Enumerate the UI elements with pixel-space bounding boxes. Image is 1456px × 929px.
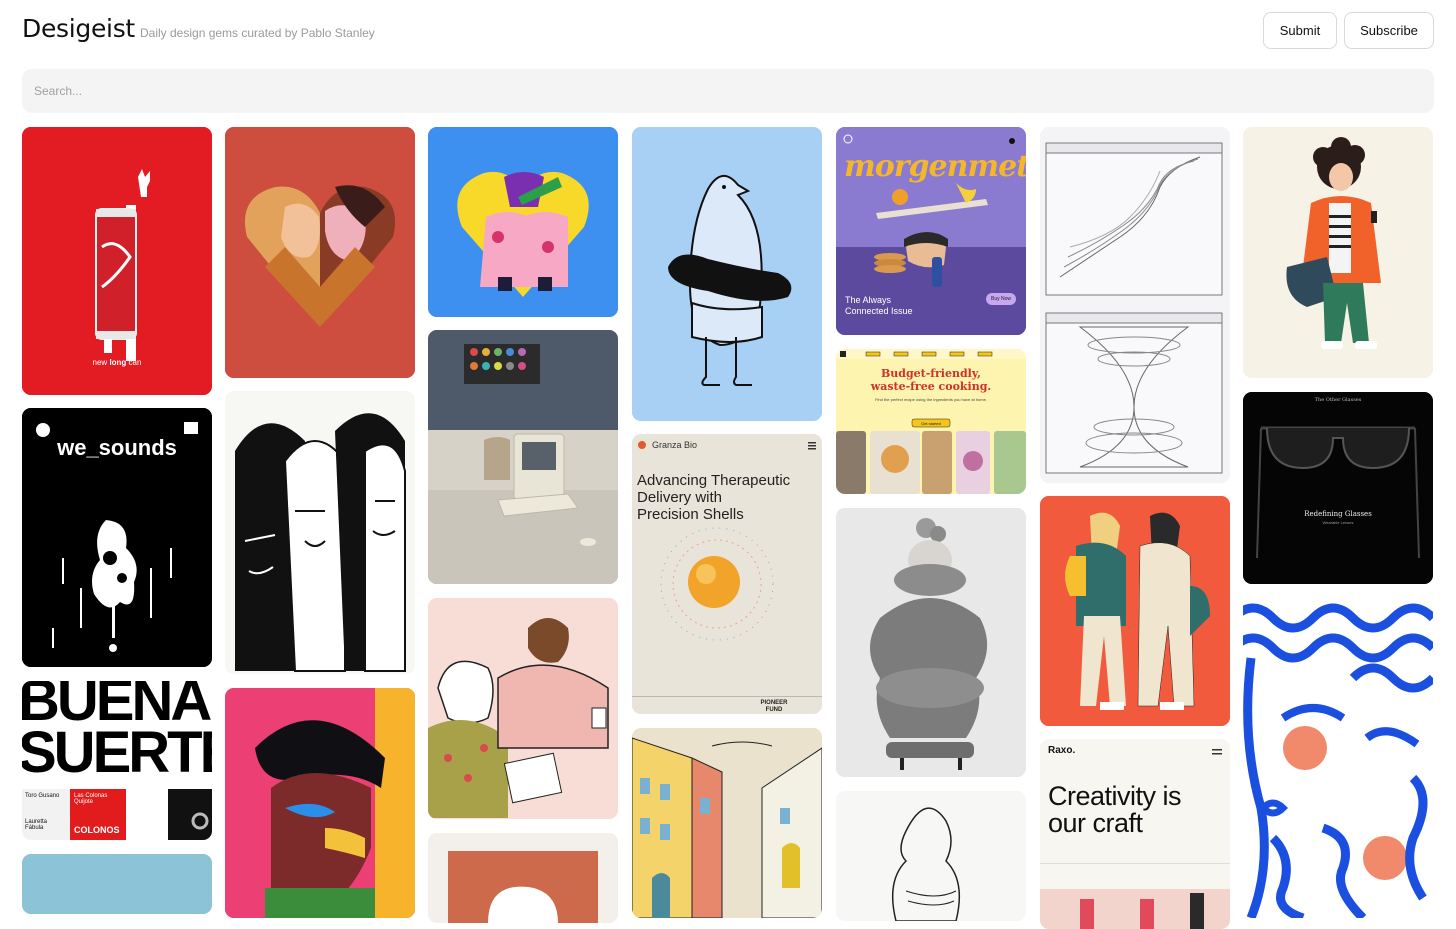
- gallery-card-two-women[interactable]: [1040, 496, 1230, 726]
- blue-wave-face-illustration: [1243, 598, 1433, 918]
- buena-footer-d: COLONOS: [74, 825, 120, 835]
- gallery-card-office-mac[interactable]: [428, 330, 618, 584]
- glasses-top: The Other Glasses: [1314, 397, 1362, 403]
- gallery-card-woman-phone[interactable]: [1243, 127, 1433, 378]
- granza-footer: PIONEER FUND: [760, 700, 788, 713]
- city-street-illustration: [632, 728, 822, 918]
- gallery-card-dancers[interactable]: [428, 127, 618, 317]
- gallery-card-raxo[interactable]: Raxo. Creativity is our craft: [1040, 739, 1230, 929]
- woman-with-phone-illustration: [1243, 127, 1433, 378]
- site-tagline: Daily design gems curated by Pablo Stanl…: [140, 26, 375, 40]
- office-computer-photo: [428, 330, 618, 584]
- sculpture-chair-photo: [836, 508, 1026, 777]
- gallery-card-morgenmete[interactable]: morgenmete The Always Connected Issue Bu…: [836, 127, 1026, 335]
- gallery-card-coca-cola[interactable]: new long can: [22, 127, 212, 395]
- gallery-card-buena-suerte[interactable]: BUENA SUERTE Toro Gusano Las Colonas Qui…: [22, 681, 212, 840]
- conversation-illustration: [428, 598, 618, 819]
- subscribe-button[interactable]: Subscribe: [1344, 12, 1434, 49]
- heart-kiss-illustration: [225, 127, 415, 378]
- buena-footer-c: Lauretta Fábula: [25, 819, 48, 831]
- gallery-card-sculpture-chair[interactable]: [836, 508, 1026, 777]
- dancers-illustration: [428, 127, 618, 317]
- gallery-card-portrait[interactable]: [225, 688, 415, 918]
- gallery-card-city-street[interactable]: [632, 728, 822, 918]
- glasses-sub: Wearable Lenses: [1322, 520, 1354, 525]
- gallery-card-blue-wave-face[interactable]: [1243, 598, 1433, 918]
- granza-brand: Granza Bio: [652, 440, 698, 450]
- header: Desigeist Daily design gems curated by P…: [0, 0, 1456, 62]
- raxo-brand: Raxo.: [1048, 745, 1076, 756]
- line-faces-illustration: [225, 391, 415, 674]
- budget-headline: Budget-friendly, waste-free cooking.: [870, 367, 992, 393]
- buena-footer-a: Toro Gusano: [25, 793, 60, 799]
- buena-footer-b: Las Colonas Quijote: [74, 793, 108, 805]
- gallery-card-line-faces[interactable]: [225, 391, 415, 674]
- gallery-card-glasses[interactable]: The Other Glasses Redefining Glasses Wea…: [1243, 392, 1433, 584]
- glasses-headline: Redefining Glasses: [1304, 510, 1372, 518]
- buena-suerte-poster: [22, 789, 212, 840]
- gallery-card-heart-kiss[interactable]: [225, 127, 415, 378]
- line-sketch-illustration: [836, 791, 1026, 921]
- budget-cta: Get started: [921, 421, 941, 426]
- neon-portrait-illustration: [225, 688, 415, 918]
- coca-cola-can-illustration: [22, 127, 212, 395]
- morgenmete-title: morgenmete: [844, 149, 1026, 184]
- search-input[interactable]: [22, 69, 1434, 113]
- gallery-card-granza-bio[interactable]: Granza Bio Advancing Therapeutic Deliver…: [632, 434, 822, 714]
- coke-caption: new long can: [92, 358, 142, 367]
- gallery-card-we-sounds[interactable]: we_sounds: [22, 408, 212, 667]
- gallery-card-line-sketch[interactable]: [836, 791, 1026, 921]
- wireframe-spirals-illustration: [1040, 127, 1230, 483]
- gallery-card-conversation[interactable]: [428, 598, 618, 819]
- site-logo[interactable]: Desigeist: [22, 14, 135, 43]
- two-women-illustration: [1040, 496, 1230, 726]
- abstract-shape-illustration: [428, 833, 618, 923]
- raxo-headline: Creativity is our craft: [1048, 781, 1182, 838]
- glasses-product-photo: [1243, 392, 1433, 584]
- gallery-card-abstract[interactable]: [428, 833, 618, 923]
- gallery-card-budget-cooking[interactable]: Budget-friendly, waste-free cooking. Fin…: [836, 349, 1026, 494]
- gallery-card-wireframe-spirals[interactable]: [1040, 127, 1230, 483]
- morgenmete-cta: Buy Now: [990, 296, 1011, 302]
- morgenmete-subtitle: The Always Connected Issue: [845, 295, 913, 316]
- gallery-card-bird-man[interactable]: [632, 127, 822, 421]
- bird-man-illustration: [632, 127, 822, 421]
- budget-subtext: Find the perfect recipe using the ingred…: [875, 397, 987, 402]
- granza-headline: Advancing Therapeutic Delivery with Prec…: [637, 472, 791, 523]
- gallery-card-sky[interactable]: [22, 854, 212, 914]
- we-sounds-title: we_sounds: [57, 435, 177, 460]
- submit-button[interactable]: Submit: [1263, 12, 1337, 49]
